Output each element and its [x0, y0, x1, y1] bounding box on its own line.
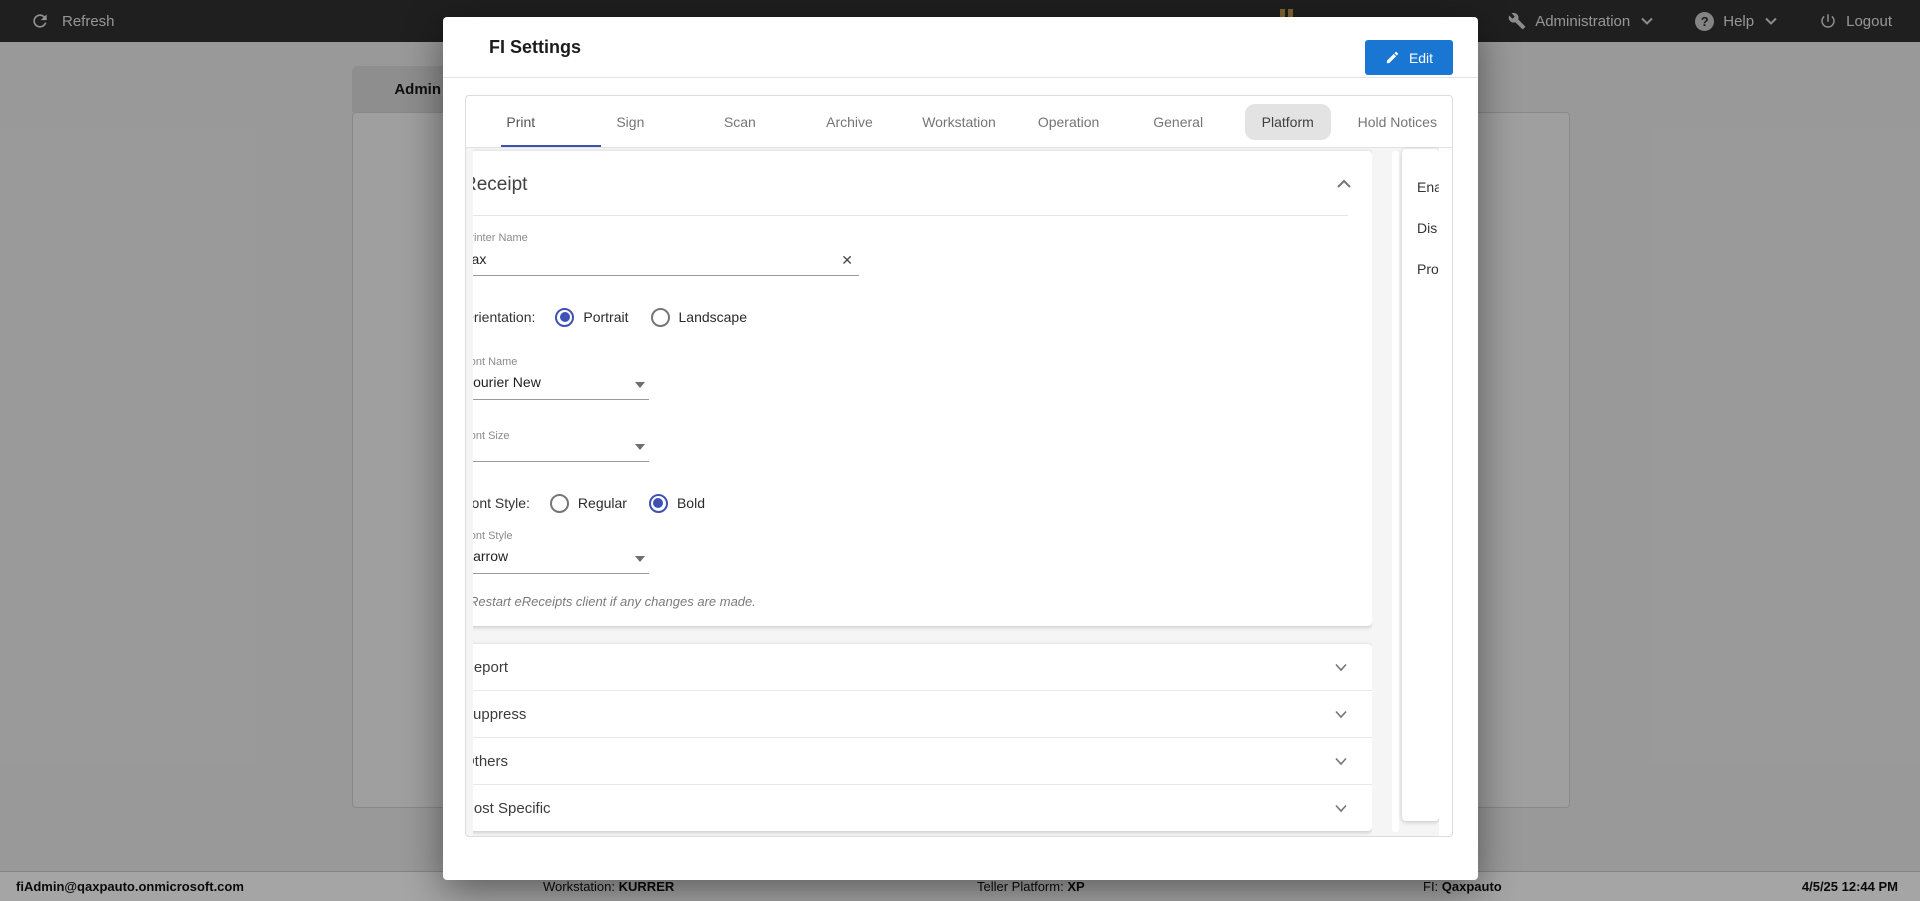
portrait-radio[interactable]: Portrait	[555, 308, 628, 327]
side-panel-item[interactable]: Ena	[1417, 179, 1439, 220]
host-specific-section-row[interactable]: Host Specific	[473, 785, 1372, 831]
application-window: Refresh Administration ? Help	[0, 0, 1920, 901]
side-panel-item[interactable]: Dis	[1417, 220, 1439, 261]
font-size-select[interactable]	[473, 443, 649, 462]
font-name-select[interactable]: Courier New	[473, 369, 649, 400]
bold-radio[interactable]: Bold	[649, 494, 705, 513]
tab-scan[interactable]: Scan	[685, 96, 795, 147]
edit-button-label: Edit	[1409, 50, 1433, 66]
fi-settings-dialog: FI Settings Edit Print Sign Scan Archive…	[443, 17, 1478, 880]
active-tab-indicator	[501, 145, 601, 147]
receipt-section-title: Receipt	[473, 171, 1348, 199]
side-panel: Ena Dis Pro	[1402, 149, 1439, 821]
font-style-select-value: Narrow	[473, 543, 649, 573]
others-section-row[interactable]: Others	[473, 738, 1372, 784]
dropdown-arrow-icon	[635, 444, 645, 450]
collapsed-sections: Report Suppress	[473, 644, 1372, 831]
chevron-up-icon[interactable]	[1336, 179, 1352, 189]
tab-print[interactable]: Print	[466, 96, 576, 147]
divider	[473, 215, 1348, 216]
radio-icon	[649, 494, 668, 513]
report-section-row[interactable]: Report	[473, 644, 1372, 690]
printer-name-label: Printer Name	[473, 232, 1348, 245]
clear-icon[interactable]: ✕	[841, 253, 853, 267]
print-tab-content: Receipt Printer Name Fax ✕ Orien	[466, 148, 1452, 837]
dialog-header: FI Settings Edit	[443, 17, 1478, 78]
right-gutter	[1439, 148, 1452, 837]
printer-name-value: Fax	[473, 245, 859, 275]
settings-tabs: Print Sign Scan Archive Workstation Oper…	[466, 96, 1452, 148]
orientation-label: Orientation:	[473, 309, 535, 325]
chevron-down-icon	[1334, 663, 1348, 672]
font-style-select-label: Font Style	[473, 530, 1348, 543]
tab-general[interactable]: General	[1123, 96, 1233, 147]
landscape-radio[interactable]: Landscape	[651, 308, 748, 327]
font-name-value: Courier New	[473, 369, 649, 399]
regular-radio[interactable]: Regular	[550, 494, 627, 513]
tab-operation[interactable]: Operation	[1014, 96, 1124, 147]
dropdown-arrow-icon	[635, 382, 645, 388]
chevron-down-icon	[1334, 710, 1348, 719]
tab-platform[interactable]: Platform	[1233, 96, 1343, 147]
tab-hold-notices[interactable]: Hold Notices	[1343, 96, 1453, 147]
font-style-group: Font Style: Regular Bold	[473, 488, 1348, 518]
chevron-down-icon	[1334, 757, 1348, 766]
side-panel-item[interactable]: Pro	[1417, 261, 1439, 302]
printer-name-input[interactable]: Fax ✕	[473, 245, 859, 276]
font-style-radio-label: Font Style:	[473, 495, 530, 511]
restart-note: Restart eReceipts client if any changes …	[473, 594, 1348, 610]
edit-button[interactable]: Edit	[1365, 40, 1453, 75]
vertical-scrollbar[interactable]	[1392, 151, 1399, 832]
tab-sign[interactable]: Sign	[576, 96, 686, 147]
tab-archive[interactable]: Archive	[795, 96, 905, 147]
dialog-title: FI Settings	[489, 17, 581, 78]
suppress-section-row[interactable]: Suppress	[473, 691, 1372, 737]
font-style-select[interactable]: Narrow	[473, 543, 649, 574]
font-name-label: Font Name	[473, 356, 1348, 369]
orientation-group: Orientation: Portrait Landscape	[473, 302, 1348, 332]
tab-workstation[interactable]: Workstation	[904, 96, 1014, 147]
pencil-icon	[1385, 50, 1400, 65]
dropdown-arrow-icon	[635, 556, 645, 562]
receipt-section: Receipt Printer Name Fax ✕ Orien	[473, 151, 1372, 626]
radio-icon	[651, 308, 670, 327]
radio-icon	[555, 308, 574, 327]
font-size-label: Font Size	[473, 430, 1348, 443]
radio-icon	[550, 494, 569, 513]
settings-card: Print Sign Scan Archive Workstation Oper…	[465, 95, 1453, 837]
chevron-down-icon	[1334, 804, 1348, 813]
font-size-value	[473, 443, 649, 461]
